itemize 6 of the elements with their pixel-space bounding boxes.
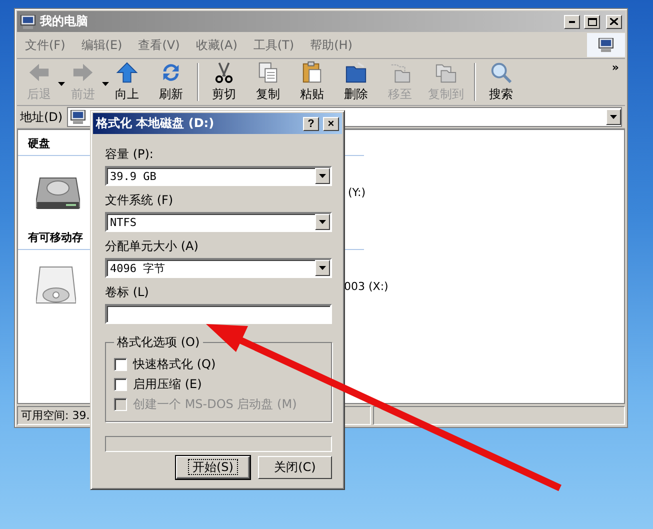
group-title: 格式化选项 (O) [116, 334, 201, 351]
dialog-title: 格式化 本地磁盘 (D:) [96, 115, 216, 132]
address-label: 地址(D) [20, 108, 63, 126]
field-label: 文件系统 (F) [105, 192, 174, 209]
window-title: 我的电脑 [40, 13, 89, 30]
field-label: 卷标 (L) [105, 284, 150, 301]
